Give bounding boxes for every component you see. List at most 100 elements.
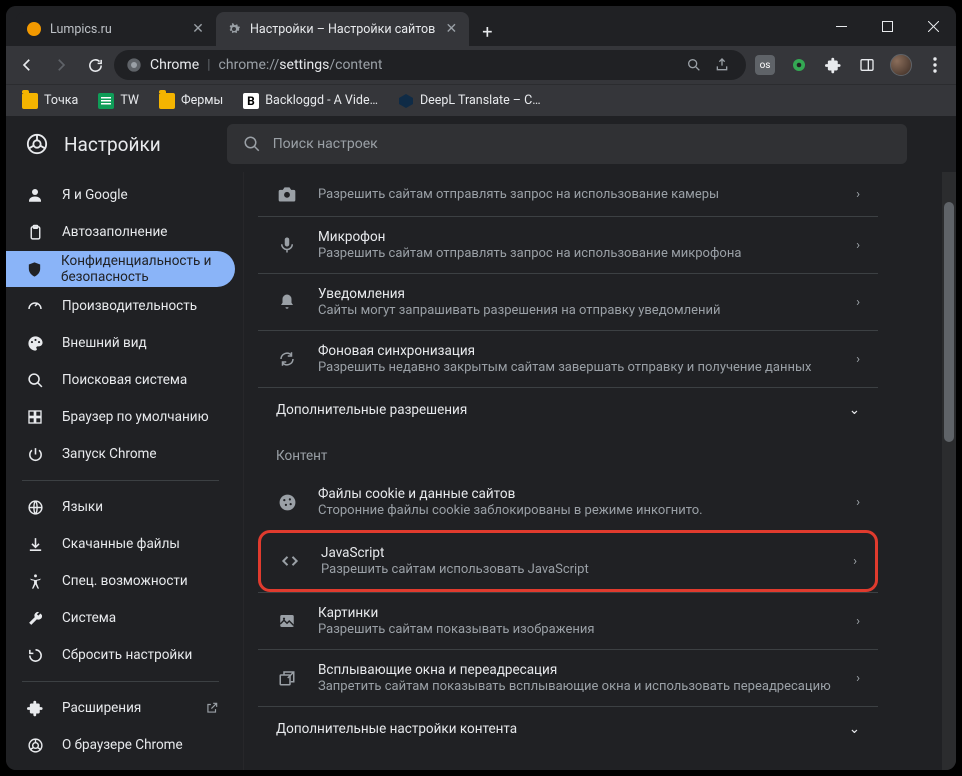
close-tab-icon[interactable]: ✕ [443, 21, 459, 37]
row-title: Всплывающие окна и переадресация [318, 662, 856, 678]
b-icon: B [243, 93, 259, 109]
row-title: Микрофон [318, 229, 856, 245]
row-subtitle: Разрешить недавно закрытым сайтам заверш… [318, 360, 856, 375]
setting-row-popup[interactable]: Всплывающие окна и переадресацияЗапретит… [258, 649, 878, 706]
person-icon [26, 186, 44, 204]
cookie-icon [276, 493, 298, 512]
sidebar-item-search[interactable]: Поисковая система [6, 362, 235, 398]
search-icon [243, 135, 261, 153]
sidebar-item-languages[interactable]: Языки [6, 489, 235, 525]
extension-icon [26, 700, 44, 717]
sidebar-item-label: Браузер по умолчанию [62, 409, 209, 425]
row-subtitle: Разрешить сайтам отправлять запрос на ис… [318, 187, 856, 202]
chrome-icon [26, 737, 44, 754]
reload-button[interactable] [80, 50, 110, 80]
chevron-right-icon: › [856, 352, 860, 367]
sidebar-item-default[interactable]: Браузер по умолчанию [6, 399, 235, 435]
code-icon [279, 551, 301, 571]
bookmark-backloggd[interactable]: BBackloggd - A Vide… [235, 89, 386, 113]
sidebar-item-label: Языки [62, 499, 103, 515]
setting-row-mic[interactable]: МикрофонРазрешить сайтам отправлять запр… [258, 216, 878, 273]
chevron-right-icon: › [856, 614, 860, 629]
sidebar-item-downloads[interactable]: Скачанные файлы [6, 526, 235, 562]
row-title: Картинки [318, 605, 856, 621]
tab-title: Настройки – Настройки сайтов [250, 22, 435, 37]
chrome-icon [26, 133, 48, 155]
chevron-right-icon: › [856, 295, 860, 310]
setting-row-image[interactable]: КартинкиРазрешить сайтам показывать изоб… [258, 592, 878, 649]
settings-search-input[interactable] [273, 136, 891, 152]
ext-green-icon[interactable] [784, 50, 814, 80]
popup-icon [276, 669, 298, 687]
settings-search[interactable] [227, 124, 907, 164]
back-button[interactable] [12, 50, 42, 80]
share-icon[interactable] [714, 57, 734, 73]
folder-icon [22, 93, 38, 109]
sidebar-item-performance[interactable]: Производительность [6, 288, 235, 324]
sidebar-item-you-and-google[interactable]: Я и Google [6, 177, 235, 213]
extensions-icon[interactable] [818, 50, 848, 80]
sidebar-item-accessibility[interactable]: Спец. возможности [6, 563, 235, 599]
profile-avatar[interactable] [886, 50, 916, 80]
setting-row-camera[interactable]: Разрешить сайтам отправлять запрос на ис… [258, 172, 878, 216]
setting-row-cookie[interactable]: Файлы cookie и данные сайтовСторонние фа… [258, 474, 878, 530]
bookmark-tochka[interactable]: Точка [14, 89, 86, 113]
row-subtitle: Разрешить сайтам показывать изображения [318, 622, 856, 637]
sidebar-item-label: Производительность [62, 298, 197, 314]
address-bar[interactable]: Chrome | chrome://settings/content [114, 50, 746, 80]
additional-permissions-row[interactable]: Дополнительные разрешения ⌄ [258, 387, 878, 432]
shield-icon [26, 261, 43, 278]
sidebar-item-reset[interactable]: Сбросить настройки [6, 637, 235, 673]
sheets-icon [98, 93, 114, 109]
tab-lumpics[interactable]: Lumpics.ru ✕ [16, 12, 216, 46]
sidebar-item-system[interactable]: Система [6, 600, 235, 636]
sidebar-item-autofill[interactable]: Автозаполнение [6, 214, 235, 250]
setting-row-code[interactable]: JavaScriptРазрешить сайтам использовать … [258, 530, 878, 592]
sidebar-item-appearance[interactable]: Внешний вид [6, 325, 235, 361]
content-section-label: Контент [258, 432, 878, 474]
camera-icon [276, 184, 298, 204]
chevron-right-icon: › [853, 554, 857, 569]
additional-content-settings-row[interactable]: Дополнительные настройки контента ⌄ [258, 706, 878, 751]
sidebar-item-label: Внешний вид [62, 335, 147, 351]
sidebar-item-privacy[interactable]: Конфиденциальность и безопасность [6, 251, 235, 287]
side-panel-icon[interactable] [852, 50, 882, 80]
bookmark-fermy[interactable]: Фермы [151, 89, 231, 113]
favicon-lumpics [26, 21, 42, 37]
scrollbar[interactable] [942, 172, 956, 770]
chrome-logo-icon [126, 57, 142, 73]
bookmark-deepl[interactable]: DeepL Translate – C… [390, 89, 549, 113]
setting-row-bell[interactable]: УведомленияСайты могут запрашивать разре… [258, 273, 878, 330]
forward-button[interactable] [46, 50, 76, 80]
row-title: Уведомления [318, 286, 856, 302]
sidebar-item-label: Спец. возможности [62, 573, 188, 589]
svg-text:B: B [247, 94, 255, 108]
chevron-right-icon: › [856, 671, 860, 686]
menu-button[interactable] [920, 50, 950, 80]
search-in-page-icon[interactable] [686, 57, 706, 73]
bookmark-tw[interactable]: TW [90, 89, 147, 113]
minimize-button[interactable] [818, 6, 864, 46]
grid-icon [26, 409, 44, 425]
sidebar-item-label: Скачанные файлы [62, 536, 180, 552]
settings-header: Настройки [6, 116, 956, 172]
scrollbar-thumb[interactable] [944, 202, 954, 442]
chevron-down-icon: ⌄ [849, 402, 860, 418]
sidebar-item-about[interactable]: О браузере Chrome [6, 727, 235, 763]
accessibility-icon [26, 573, 44, 590]
sidebar-item-extensions[interactable]: Расширения [6, 690, 235, 726]
sidebar-item-label: Я и Google [62, 187, 128, 203]
close-tab-icon[interactable]: ✕ [190, 21, 206, 37]
row-subtitle: Сайты могут запрашивать разрешения на от… [318, 303, 856, 318]
close-window-button[interactable] [910, 6, 956, 46]
row-subtitle: Сторонние файлы cookie заблокированы в р… [318, 503, 856, 518]
setting-row-sync[interactable]: Фоновая синхронизацияРазрешить недавно з… [258, 330, 878, 387]
new-tab-button[interactable]: + [473, 18, 501, 46]
chevron-down-icon: ⌄ [849, 721, 860, 737]
ext-os-icon[interactable]: os [750, 50, 780, 80]
sidebar-item-label: Сбросить настройки [62, 647, 192, 663]
deepl-icon [398, 93, 414, 109]
sidebar-item-startup[interactable]: Запуск Chrome [6, 436, 235, 472]
tab-settings[interactable]: Настройки – Настройки сайтов ✕ [216, 12, 469, 46]
maximize-button[interactable] [864, 6, 910, 46]
